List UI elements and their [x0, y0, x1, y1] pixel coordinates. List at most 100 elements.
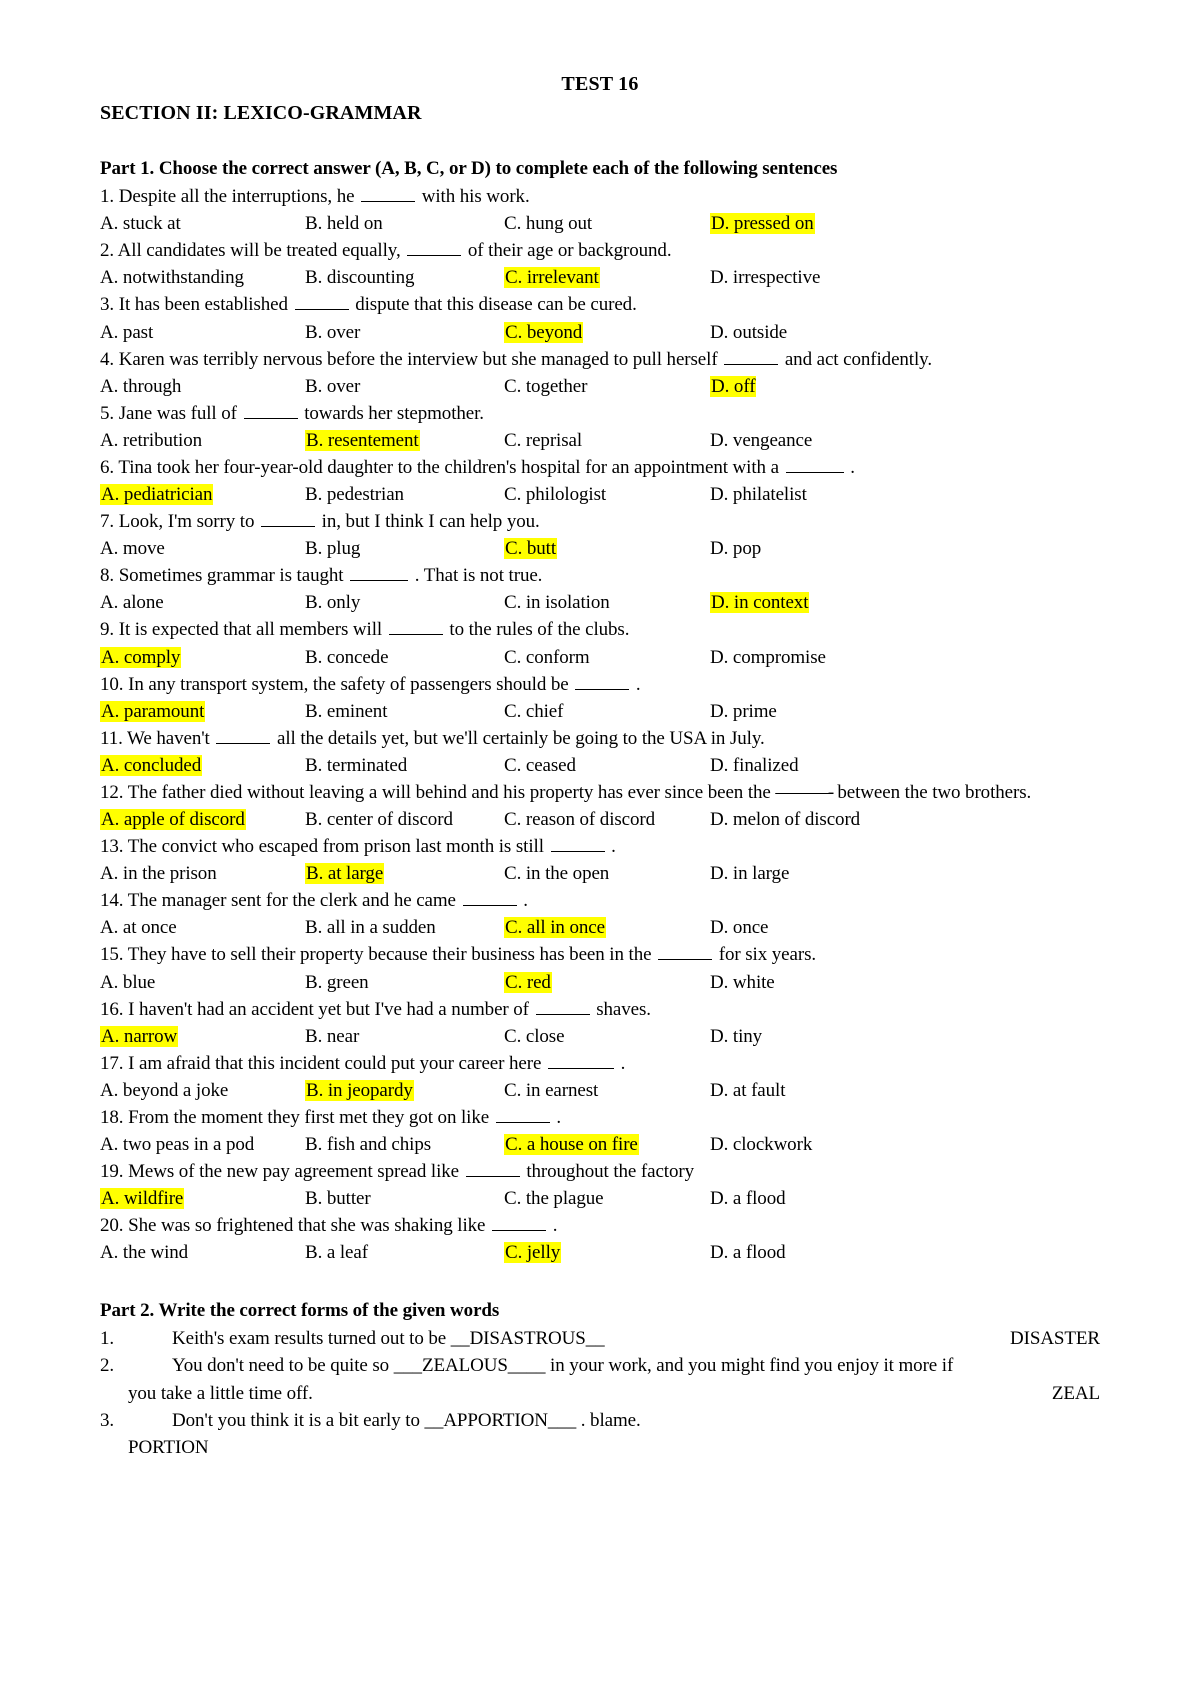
- question-text-before-blank: Karen was terribly nervous before the in…: [114, 348, 723, 370]
- option-a[interactable]: A. narrow: [100, 1023, 179, 1050]
- option-a[interactable]: A. beyond a joke: [100, 1077, 228, 1104]
- option-d[interactable]: D. finalized: [710, 752, 799, 779]
- option-a[interactable]: A. the wind: [100, 1239, 188, 1266]
- option-b[interactable]: B. green: [305, 969, 369, 996]
- option-a[interactable]: A. retribution: [100, 427, 202, 454]
- option-b[interactable]: B. butter: [305, 1185, 371, 1212]
- question-number: 14.: [100, 890, 124, 912]
- answer-blank: [294, 292, 349, 311]
- option-c[interactable]: C. reason of discord: [504, 806, 655, 833]
- question-block: 11. We haven't all the details yet, but …: [100, 725, 1100, 779]
- option-d[interactable]: D. off: [710, 373, 757, 400]
- question-text-before-blank: Mews of the new pay agreement spread lik…: [123, 1160, 464, 1182]
- question-stem: 13. The convict who escaped from prison …: [100, 833, 1100, 860]
- question-block: 10. In any transport system, the safety …: [100, 671, 1100, 725]
- option-c[interactable]: C. chief: [504, 698, 563, 725]
- option-a[interactable]: A. wildfire: [100, 1185, 185, 1212]
- option-b[interactable]: B. in jeopardy: [305, 1077, 414, 1104]
- option-a[interactable]: A. in the prison: [100, 860, 217, 887]
- option-a[interactable]: A. comply: [100, 644, 182, 671]
- option-a[interactable]: A. pediatrician: [100, 481, 214, 508]
- option-c[interactable]: C. in earnest: [504, 1077, 598, 1104]
- option-a[interactable]: A. stuck at: [100, 210, 181, 237]
- option-c[interactable]: C. close: [504, 1023, 565, 1050]
- option-c[interactable]: C. a house on fire: [504, 1131, 639, 1158]
- option-b[interactable]: B. near: [305, 1023, 359, 1050]
- option-d[interactable]: D. pressed on: [710, 210, 815, 237]
- option-d[interactable]: D. tiny: [710, 1023, 762, 1050]
- option-b[interactable]: B. over: [305, 373, 360, 400]
- option-c[interactable]: C. reprisal: [504, 427, 582, 454]
- option-d[interactable]: D. melon of discord: [710, 806, 860, 833]
- option-d[interactable]: D. a flood: [710, 1185, 786, 1212]
- option-a[interactable]: A. past: [100, 319, 153, 346]
- option-c[interactable]: C. butt: [504, 535, 558, 562]
- option-b[interactable]: B. resentement: [305, 427, 420, 454]
- option-b[interactable]: B. plug: [305, 535, 360, 562]
- option-label: A. wildfire: [100, 1188, 185, 1210]
- question-number: 15.: [100, 944, 124, 966]
- option-c[interactable]: C. red: [504, 969, 552, 996]
- option-b[interactable]: B. all in a sudden: [305, 914, 436, 941]
- part2-filled-answer[interactable]: ___ZEALOUS____: [394, 1355, 546, 1376]
- option-d[interactable]: D. clockwork: [710, 1131, 812, 1158]
- option-c[interactable]: C. the plague: [504, 1185, 604, 1212]
- option-c[interactable]: C. in the open: [504, 860, 609, 887]
- option-b[interactable]: B. concede: [305, 644, 389, 671]
- option-c[interactable]: C. in isolation: [504, 589, 610, 616]
- option-c[interactable]: C. ceased: [504, 752, 576, 779]
- option-a[interactable]: A. through: [100, 373, 181, 400]
- option-a[interactable]: A. two peas in a pod: [100, 1131, 254, 1158]
- option-c[interactable]: C. irrelevant: [504, 264, 600, 291]
- option-d[interactable]: D. white: [710, 969, 775, 996]
- option-d[interactable]: D. once: [710, 914, 768, 941]
- option-b[interactable]: B. only: [305, 589, 360, 616]
- option-c[interactable]: C. conform: [504, 644, 590, 671]
- option-label: A. past: [100, 321, 154, 343]
- option-d[interactable]: D. philatelist: [710, 481, 807, 508]
- question-stem: 15. They have to sell their property bec…: [100, 941, 1100, 968]
- option-a[interactable]: A. apple of discord: [100, 806, 246, 833]
- option-a[interactable]: A. alone: [100, 589, 164, 616]
- option-d[interactable]: D. pop: [710, 535, 761, 562]
- option-a[interactable]: A. blue: [100, 969, 155, 996]
- option-d[interactable]: D. irrespective: [710, 264, 820, 291]
- option-a[interactable]: A. paramount: [100, 698, 206, 725]
- option-d[interactable]: D. outside: [710, 319, 787, 346]
- option-d[interactable]: D. at fault: [710, 1077, 786, 1104]
- option-b[interactable]: B. pedestrian: [305, 481, 404, 508]
- part2-filled-answer[interactable]: __APPORTION___: [425, 1410, 577, 1431]
- option-d[interactable]: D. vengeance: [710, 427, 812, 454]
- option-c[interactable]: C. jelly: [504, 1239, 562, 1266]
- option-d[interactable]: D. in large: [710, 860, 789, 887]
- option-c[interactable]: C. philologist: [504, 481, 606, 508]
- option-b[interactable]: B. center of discord: [305, 806, 453, 833]
- option-row: A. apple of discord B. center of discord C…: [100, 806, 1100, 833]
- option-d[interactable]: D. a flood: [710, 1239, 786, 1266]
- option-b[interactable]: B. eminent: [305, 698, 387, 725]
- option-b[interactable]: B. terminated: [305, 752, 407, 779]
- option-b[interactable]: B. discounting: [305, 264, 415, 291]
- option-b[interactable]: B. over: [305, 319, 360, 346]
- option-c[interactable]: C. together: [504, 373, 587, 400]
- option-b[interactable]: B. at large: [305, 860, 385, 887]
- option-b[interactable]: B. fish and chips: [305, 1131, 431, 1158]
- option-c[interactable]: C. hung out: [504, 210, 592, 237]
- option-d[interactable]: D. prime: [710, 698, 777, 725]
- option-d[interactable]: D. in context: [710, 589, 810, 616]
- question-block: 12. The father died without leaving a wi…: [100, 779, 1100, 833]
- option-a[interactable]: A. notwithstanding: [100, 264, 244, 291]
- option-a[interactable]: A. at once: [100, 914, 177, 941]
- option-c[interactable]: C. beyond: [504, 319, 584, 346]
- question-number: 12.: [100, 781, 124, 803]
- option-a[interactable]: A. concluded: [100, 752, 203, 779]
- option-label: B. fish and chips: [305, 1133, 432, 1155]
- option-a[interactable]: A. move: [100, 535, 165, 562]
- part2-filled-answer[interactable]: __DISASTROUS__: [451, 1328, 605, 1349]
- question-block: 18. From the moment they first met they …: [100, 1104, 1100, 1158]
- option-b[interactable]: B. a leaf: [305, 1239, 368, 1266]
- option-b[interactable]: B. held on: [305, 210, 383, 237]
- option-d[interactable]: D. compromise: [710, 644, 826, 671]
- option-c[interactable]: C. all in once: [504, 914, 606, 941]
- answer-blank: [492, 1213, 547, 1232]
